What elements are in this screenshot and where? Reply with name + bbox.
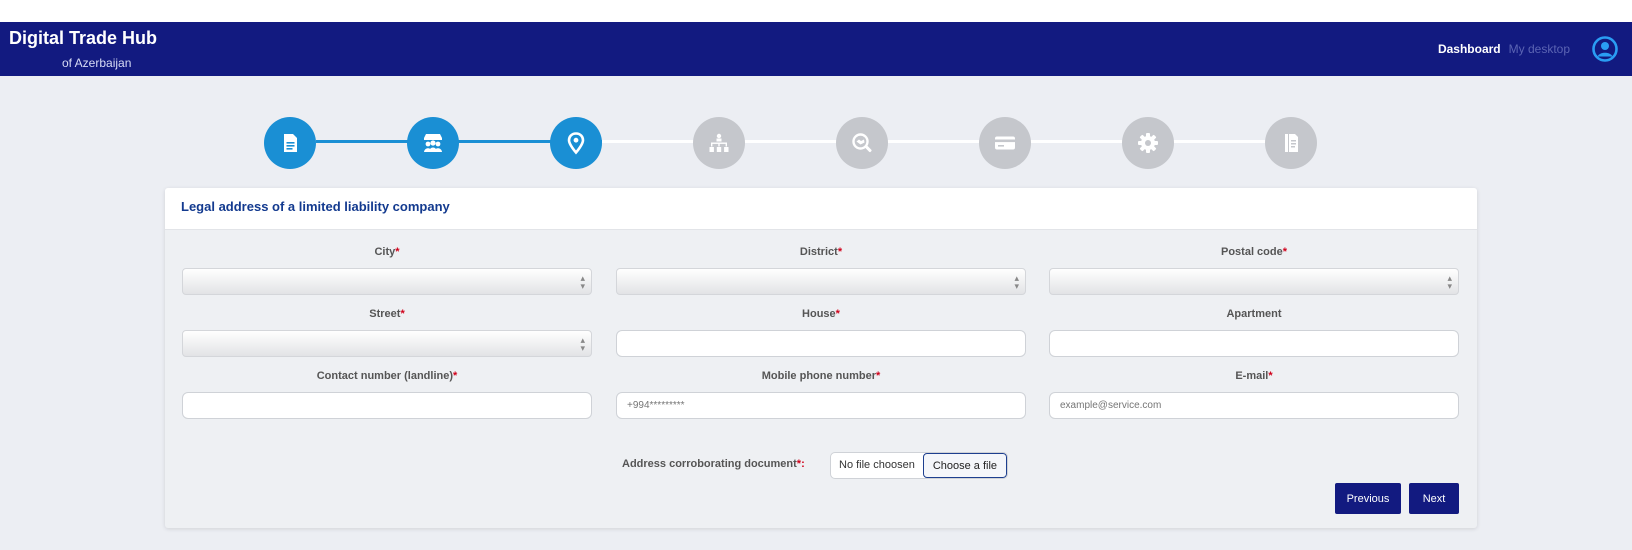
credit-card-icon [995,136,1015,150]
email-label: E-mail* [1235,370,1273,382]
mobile-label: Mobile phone number* [761,370,881,382]
org-chart-icon [709,133,729,152]
file-upload[interactable]: No file choosen Choose a file [830,452,1009,479]
next-button[interactable]: Next [1409,483,1459,514]
user-circle-icon[interactable] [1592,36,1618,62]
landline-label: Contact number (landline)* [316,370,458,382]
city-label: City* [374,246,400,258]
card-header: Legal address of a limited liability com… [165,188,1477,230]
location-pin-icon [567,132,585,155]
top-navbar: Digital Trade Hub of Azerbaijan Dashboar… [0,22,1632,76]
gear-icon [1138,133,1158,153]
select-arrows-icon: ▴ ▾ [1014,273,1019,291]
brand-title[interactable]: Digital Trade Hub [9,28,157,49]
nav-dashboard-link[interactable]: Dashboard [1438,42,1501,56]
postal-code-label: Postal code* [1220,246,1288,258]
postal-code-select[interactable]: ▴ ▾ [1049,268,1459,295]
select-arrows-icon: ▴ ▾ [580,335,585,353]
street-select[interactable]: ▴ ▾ [182,330,592,357]
step-search[interactable] [836,117,888,169]
landline-input[interactable] [182,392,592,419]
choose-file-button[interactable]: Choose a file [922,453,1008,478]
magnifier-handshake-icon [852,133,872,153]
city-select[interactable]: ▴ ▾ [182,268,592,295]
step-org-structure[interactable] [693,117,745,169]
ledger-icon [1285,134,1298,152]
select-arrows-icon: ▴ ▾ [580,273,585,291]
page-content: Legal address of a limited liability com… [0,76,1632,550]
house-input[interactable] [616,330,1026,357]
email-input[interactable] [1049,392,1459,419]
district-label: District* [799,246,843,258]
apartment-label: Apartment [1226,308,1282,320]
step-payment[interactable] [979,117,1031,169]
document-icon [284,134,297,152]
form-title: Legal address of a limited liability com… [181,199,450,214]
brand-subtitle: of Azerbaijan [62,56,132,70]
apartment-input[interactable] [1049,330,1459,357]
step-ledger[interactable] [1265,117,1317,169]
street-label: Street* [369,308,405,320]
mobile-input[interactable] [616,392,1026,419]
address-form-card: Legal address of a limited liability com… [165,188,1477,528]
select-arrows-icon: ▴ ▾ [1447,273,1452,291]
step-people-store[interactable] [407,117,459,169]
document-label: Address corroborating document*: [622,458,805,470]
district-select[interactable]: ▴ ▾ [616,268,1026,295]
progress-stepper [0,76,1632,176]
people-store-icon [424,134,442,152]
house-label: House* [802,308,840,320]
step-document[interactable] [264,117,316,169]
step-location[interactable] [550,117,602,169]
top-nav: Dashboard My desktop [1438,36,1618,62]
step-settings[interactable] [1122,117,1174,169]
previous-button[interactable]: Previous [1335,483,1401,514]
file-status: No file choosen [839,459,915,471]
nav-my-desktop-link[interactable]: My desktop [1509,42,1570,56]
